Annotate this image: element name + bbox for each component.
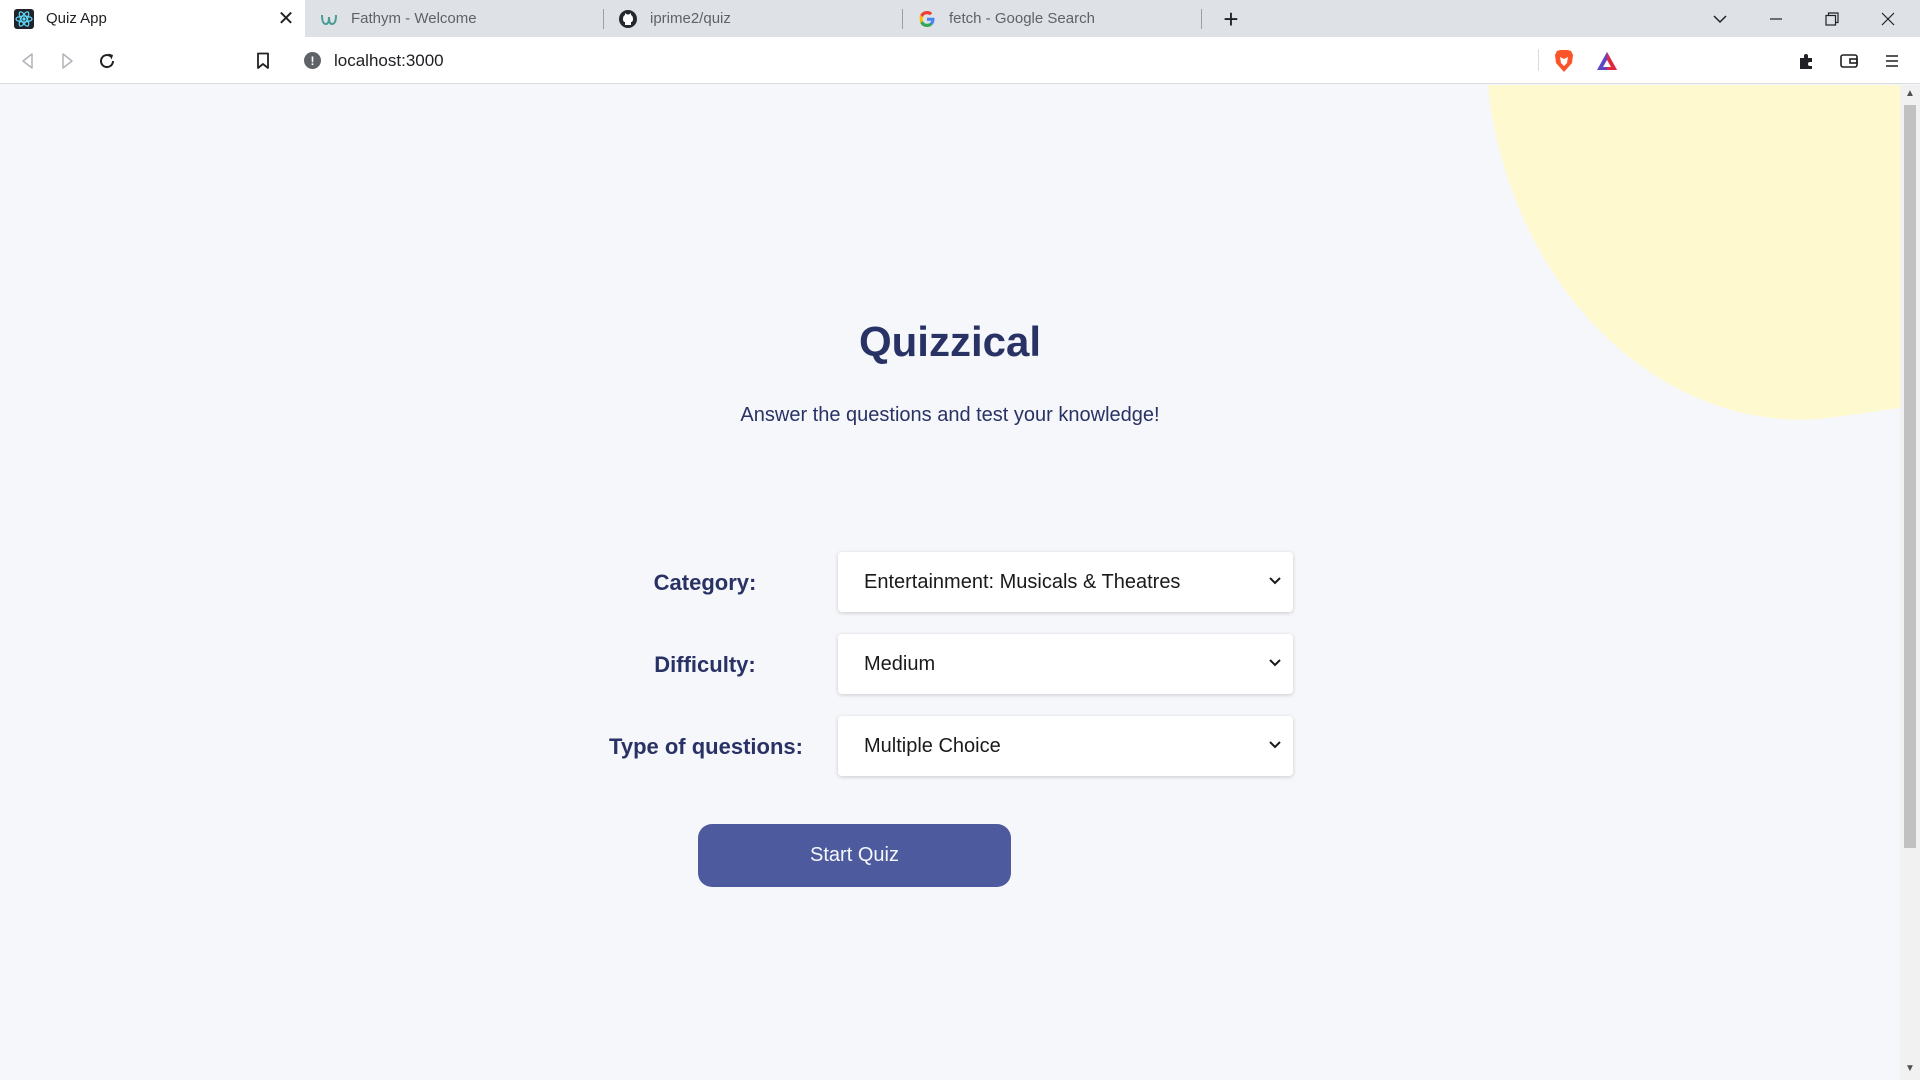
address-bar[interactable]: ! localhost:3000 <box>292 43 1628 78</box>
tab-github[interactable]: iprime2/quiz <box>604 0 902 37</box>
minimize-icon <box>1770 17 1782 20</box>
difficulty-select[interactable]: Medium <box>838 634 1293 694</box>
site-info-icon[interactable]: ! <box>304 52 321 69</box>
tab-search-button[interactable] <box>1692 0 1748 37</box>
tab-title: iprime2/quiz <box>650 10 731 27</box>
browser-toolbar: ! localhost:3000 <box>0 37 1920 84</box>
wallet-button[interactable] <box>1833 45 1865 77</box>
brave-lion-icon <box>1555 50 1573 72</box>
minimize-button[interactable] <box>1748 0 1804 37</box>
tab-title: Quiz App <box>46 10 107 27</box>
url-text: localhost:3000 <box>334 51 444 70</box>
google-icon <box>917 9 937 29</box>
start-quiz-button[interactable]: Start Quiz <box>698 824 1011 887</box>
restore-icon <box>1825 11 1839 26</box>
scroll-up-icon[interactable]: ▲ <box>1904 88 1916 100</box>
vertical-scrollbar[interactable]: ▲ ▼ <box>1900 85 1920 1080</box>
react-icon <box>14 8 34 29</box>
restore-button[interactable] <box>1804 0 1860 37</box>
page-title: Quizzical <box>858 318 1042 365</box>
chevron-down-icon <box>1269 577 1281 585</box>
difficulty-selected-value: Medium <box>864 653 936 675</box>
close-icon <box>1881 12 1895 25</box>
browser-tab-strip: Quiz App ✕ Fathym - Welcome iprime2/quiz… <box>0 0 1920 37</box>
close-tab-icon[interactable]: ✕ <box>273 6 299 32</box>
chevron-down-icon <box>1269 659 1281 667</box>
github-icon <box>618 9 638 29</box>
tab-fathym[interactable]: Fathym - Welcome <box>305 0 603 37</box>
back-button[interactable] <box>12 45 44 77</box>
menu-button[interactable] <box>1876 45 1908 77</box>
question-type-selected-value: Multiple Choice <box>864 735 1001 757</box>
difficulty-label: Difficulty: <box>654 652 756 677</box>
tab-separator <box>1201 9 1202 29</box>
new-tab-button[interactable]: + <box>1216 4 1246 34</box>
puzzle-piece-icon <box>1800 54 1812 69</box>
tab-title: Fathym - Welcome <box>351 10 477 27</box>
hamburger-menu-icon <box>1886 55 1898 67</box>
tab-title: fetch - Google Search <box>949 10 1095 27</box>
question-type-select[interactable]: Multiple Choice <box>838 716 1293 776</box>
tab-quiz-app[interactable]: Quiz App ✕ <box>0 0 305 37</box>
scroll-down-icon[interactable]: ▼ <box>1904 1063 1916 1075</box>
category-select[interactable]: Entertainment: Musicals & Theatres <box>838 552 1293 612</box>
brave-rewards-button[interactable] <box>1591 45 1623 77</box>
fathym-icon <box>319 9 339 29</box>
address-bar-divider <box>1538 49 1539 71</box>
reload-icon <box>100 53 115 69</box>
chevron-down-icon <box>1269 741 1281 749</box>
back-arrow-icon <box>22 53 33 69</box>
page-subtitle: Answer the questions and test your knowl… <box>740 404 1160 426</box>
chevron-down-icon <box>1713 14 1727 23</box>
reload-button[interactable] <box>91 45 123 77</box>
forward-arrow-icon <box>62 53 73 69</box>
bookmark-icon <box>257 52 269 69</box>
decorative-yellow-blob <box>1464 85 1900 459</box>
bookmark-button[interactable] <box>247 45 279 77</box>
scrollbar-thumb[interactable] <box>1904 105 1916 848</box>
forward-button[interactable] <box>51 45 83 77</box>
wallet-icon <box>1840 54 1858 68</box>
brave-rewards-triangle-icon <box>1597 52 1617 70</box>
category-label: Category: <box>653 570 757 595</box>
close-window-button[interactable] <box>1860 0 1916 37</box>
category-selected-value: Entertainment: Musicals & Theatres <box>864 571 1181 593</box>
tab-google-search[interactable]: fetch - Google Search <box>903 0 1201 37</box>
brave-shields-button[interactable] <box>1548 45 1580 77</box>
question-type-label: Type of questions: <box>609 734 803 759</box>
extensions-button[interactable] <box>1791 45 1823 77</box>
